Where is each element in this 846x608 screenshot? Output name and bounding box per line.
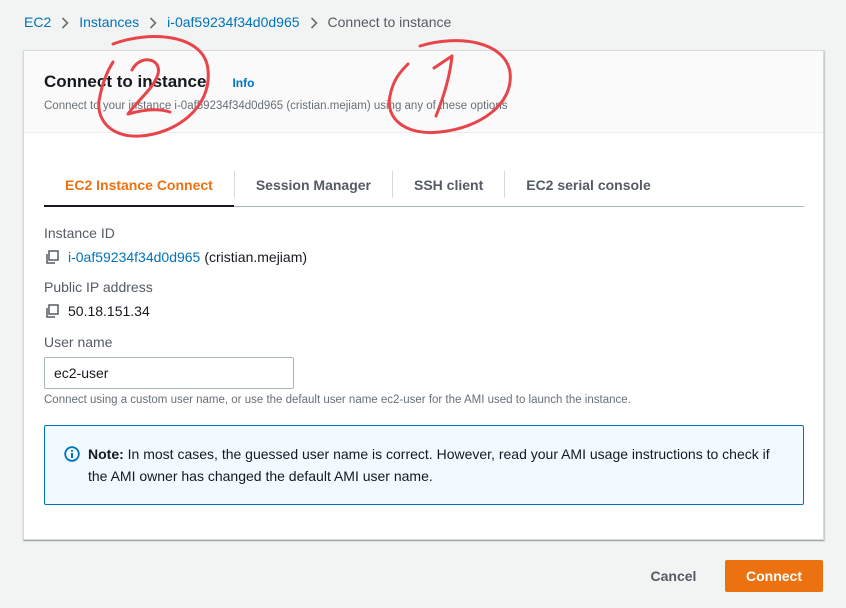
page-title: Connect to instance [44, 72, 207, 91]
username-hint: Connect using a custom user name, or use… [44, 394, 631, 406]
breadcrumb-current-page: Connect to instance [327, 14, 452, 30]
connect-button[interactable]: Connect [725, 560, 823, 592]
public-ip-row: 50.18.151.34 [44, 303, 150, 319]
public-ip-label: Public IP address [44, 279, 153, 295]
instance-owner: (cristian.mejiam) [204, 249, 308, 265]
cancel-button[interactable]: Cancel [636, 561, 711, 591]
breadcrumb: EC2 Instances i-0af59234f34d0d965 Connec… [24, 12, 451, 32]
connect-card: Connect to instance Info Connect to your… [23, 50, 824, 540]
instance-id-label: Instance ID [44, 225, 115, 241]
info-note: Note: In most cases, the guessed user na… [44, 425, 804, 505]
tab-session-manager[interactable]: Session Manager [235, 163, 392, 206]
breadcrumb-instance-id[interactable]: i-0af59234f34d0d965 [167, 14, 299, 30]
instance-id-row: i-0af59234f34d0d965 (cristian.mejiam) [44, 249, 307, 265]
tab-ssh-client[interactable]: SSH client [393, 163, 504, 206]
instance-id-link[interactable]: i-0af59234f34d0d965 [68, 249, 200, 265]
username-label: User name [44, 334, 113, 350]
breadcrumb-instances[interactable]: Instances [79, 14, 139, 30]
connect-method-tabs: EC2 Instance Connect Session Manager SSH… [44, 163, 804, 207]
card-description: Connect to your instance i-0af59234f34d0… [44, 100, 508, 112]
info-link[interactable]: Info [232, 76, 254, 90]
note-title: Note: [88, 446, 124, 462]
chevron-right-icon [300, 15, 328, 30]
copy-icon[interactable] [44, 303, 60, 319]
tab-ec2-serial-console[interactable]: EC2 serial console [505, 163, 672, 206]
tab-ec2-instance-connect[interactable]: EC2 Instance Connect [44, 163, 234, 207]
copy-icon[interactable] [44, 249, 60, 265]
breadcrumb-ec2[interactable]: EC2 [24, 14, 51, 30]
public-ip-value: 50.18.151.34 [68, 303, 150, 319]
note-text: In most cases, the guessed user name is … [88, 446, 770, 484]
chevron-right-icon [139, 15, 167, 30]
username-input[interactable] [44, 357, 294, 389]
card-header: Connect to instance Info Connect to your… [24, 51, 823, 133]
chevron-right-icon [51, 15, 79, 30]
info-circle-icon [64, 446, 80, 462]
